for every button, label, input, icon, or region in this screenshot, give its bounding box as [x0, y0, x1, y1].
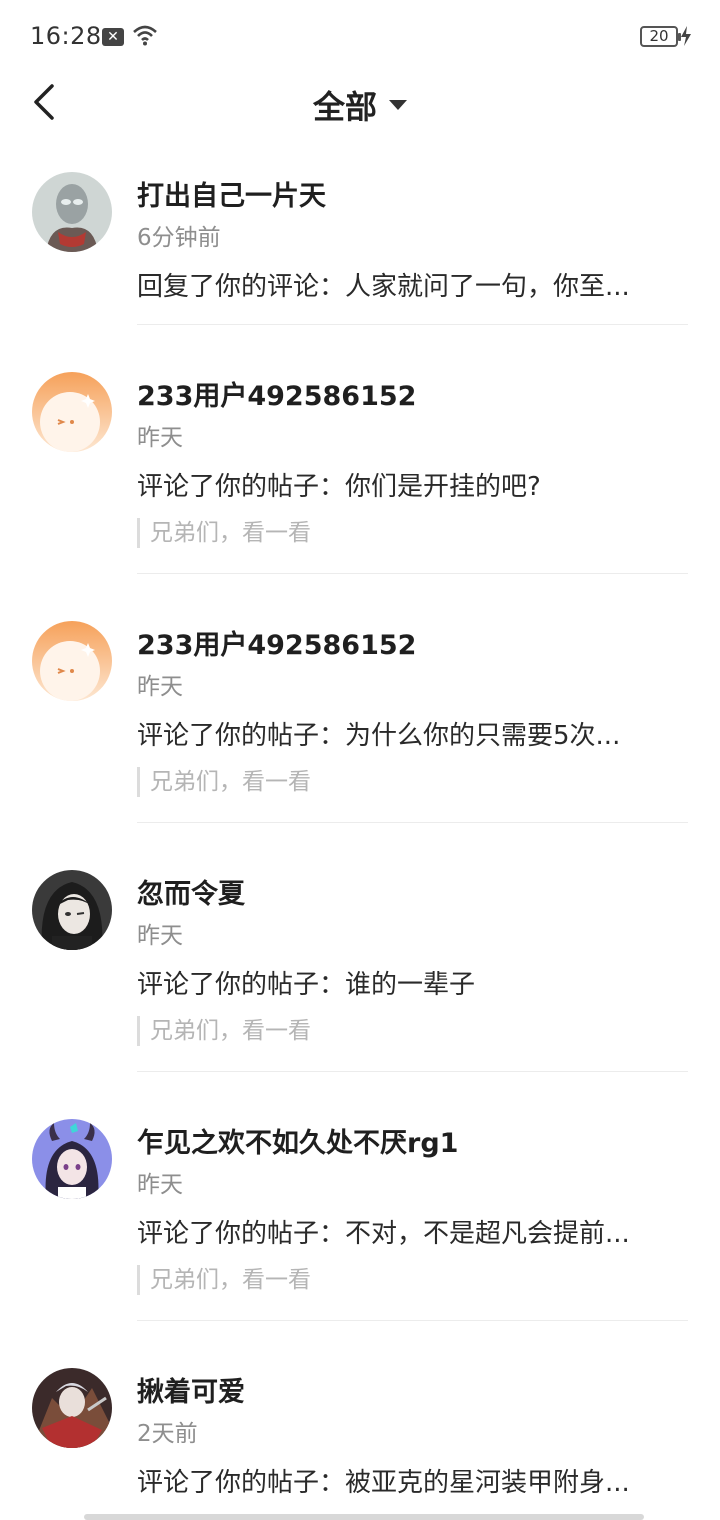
divider: [137, 1320, 688, 1321]
user-name[interactable]: 乍见之欢不如久处不厌rg1: [137, 1121, 458, 1160]
post-quote[interactable]: 兄弟们，看一看: [137, 1016, 311, 1046]
status-time: 16:28: [30, 22, 102, 50]
user-name[interactable]: 233用户492586152: [137, 374, 416, 413]
post-quote[interactable]: 兄弟们，看一看: [137, 518, 311, 548]
notification-icon: ✕: [102, 28, 124, 46]
user-name[interactable]: 打出自己一片天: [137, 174, 326, 213]
timestamp: 昨天: [137, 923, 183, 949]
message-text: 评论了你的帖子：不对，不是超凡会提前...: [137, 1219, 630, 1249]
status-bar: 16:28 ✕ 20: [0, 0, 720, 72]
filter-dropdown[interactable]: 全部: [0, 82, 720, 128]
message-text: 评论了你的帖子：你们是开挂的吧?: [137, 472, 541, 502]
divider: [137, 1071, 688, 1072]
avatar-horned-girl[interactable]: [32, 1119, 112, 1199]
wifi-icon: [132, 24, 158, 50]
post-quote[interactable]: 兄弟们，看一看: [137, 767, 311, 797]
message-text: 评论了你的帖子：谁的一辈子: [137, 970, 476, 1000]
avatar-orange-default[interactable]: [32, 372, 112, 452]
caret-down-icon: [389, 100, 407, 110]
user-name[interactable]: 忽而令夏: [137, 872, 245, 911]
notification-item[interactable]: 233用户492586152 昨天 评论了你的帖子：为什么你的只需要5次... …: [0, 599, 720, 824]
notification-item[interactable]: 揪着可爱 2天前 评论了你的帖子：被亚克的星河装甲附身...: [0, 1346, 720, 1520]
user-name[interactable]: 揪着可爱: [137, 1370, 245, 1409]
home-indicator[interactable]: [84, 1514, 644, 1520]
user-name[interactable]: 233用户492586152: [137, 623, 416, 662]
message-text: 评论了你的帖子：被亚克的星河装甲附身...: [137, 1468, 630, 1498]
post-quote[interactable]: 兄弟们，看一看: [137, 1265, 311, 1295]
timestamp: 昨天: [137, 1172, 183, 1198]
divider: [137, 324, 688, 325]
avatar-armor-hero[interactable]: [32, 172, 112, 252]
notification-item[interactable]: 233用户492586152 昨天 评论了你的帖子：你们是开挂的吧? 兄弟们，看…: [0, 350, 720, 575]
notification-item[interactable]: 打出自己一片天 6分钟前 回复了你的评论：人家就问了一句，你至...: [0, 150, 720, 325]
timestamp: 昨天: [137, 674, 183, 700]
divider: [137, 822, 688, 823]
battery-indicator: 20: [640, 26, 681, 47]
divider: [137, 573, 688, 574]
message-text: 回复了你的评论：人家就问了一句，你至...: [137, 272, 630, 302]
timestamp: 2天前: [137, 1421, 198, 1447]
notification-item[interactable]: 忽而令夏 昨天 评论了你的帖子：谁的一辈子 兄弟们，看一看: [0, 848, 720, 1073]
notification-item[interactable]: 乍见之欢不如久处不厌rg1 昨天 评论了你的帖子：不对，不是超凡会提前... 兄…: [0, 1097, 720, 1322]
timestamp: 6分钟前: [137, 225, 221, 251]
page-title: 全部: [312, 88, 377, 126]
avatar-orange-default[interactable]: [32, 621, 112, 701]
charging-icon: [680, 26, 692, 50]
message-text: 评论了你的帖子：为什么你的只需要5次...: [137, 721, 621, 751]
nav-bar: 全部: [0, 72, 720, 132]
avatar-dark-hair-girl[interactable]: [32, 870, 112, 950]
timestamp: 昨天: [137, 425, 183, 451]
avatar-warrior[interactable]: [32, 1368, 112, 1448]
